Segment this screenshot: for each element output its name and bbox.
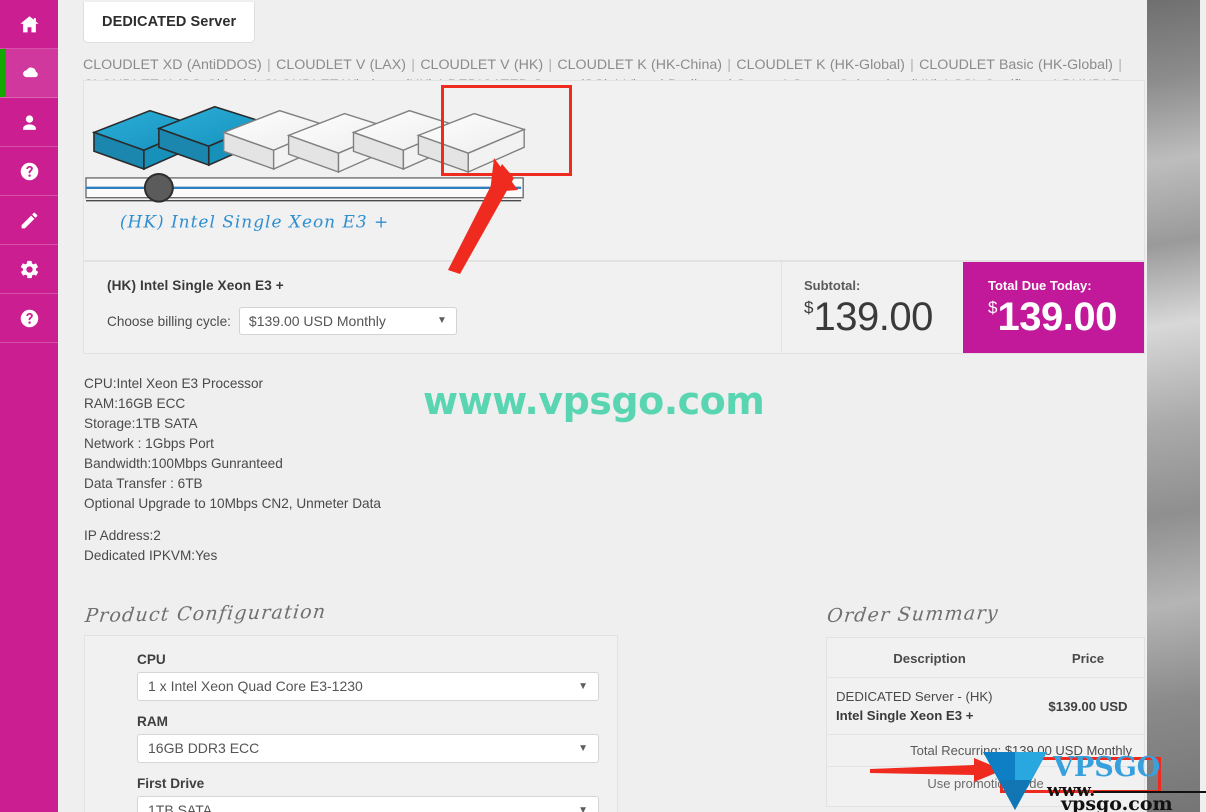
- config-field-select[interactable]: 1TB SATA ▼: [137, 796, 599, 812]
- total-due-cell: Total Due Today: $139.00: [963, 262, 1144, 353]
- order-item-line1: DEDICATED Server - (HK): [836, 689, 993, 704]
- config-field-value: 16GB DDR3 ECC: [148, 740, 260, 756]
- watermark-text: www.vpsgo.com: [423, 379, 765, 423]
- slider-handwritten-label: (HK) Intel Single Xeon E3 +: [120, 211, 389, 231]
- product-configuration-heading: Product Configuration: [84, 600, 328, 627]
- gear-icon: [19, 259, 40, 280]
- product-title: (HK) Intel Single Xeon E3 +: [107, 278, 284, 293]
- tab-link[interactable]: CLOUDLET K (HK-Global): [736, 57, 904, 73]
- tab-link[interactable]: CLOUDLET K (HK-China): [557, 57, 722, 73]
- tab-link[interactable]: CLOUDLET XD (AntiDDOS): [83, 57, 262, 73]
- config-field-value: 1 x Intel Xeon Quad Core E3-1230: [148, 678, 363, 694]
- main-content: DEDICATED Server CLOUDLET XD (AntiDDOS) …: [58, 0, 1147, 812]
- spec-line: Dedicated IPKVM:Yes: [84, 548, 218, 563]
- billing-cycle-label: Choose billing cycle:: [107, 313, 231, 329]
- spec-line: Network : 1Gbps Port: [84, 436, 214, 451]
- spec-line: Data Transfer : 6TB: [84, 476, 203, 491]
- order-summary-heading: Order Summary: [826, 602, 1000, 627]
- tab-separator: |: [262, 57, 276, 73]
- configuration-fields: CPU 1 x Intel Xeon Quad Core E3-1230 ▼ RAM 1…: [85, 636, 617, 812]
- sidebar-item-account[interactable]: [0, 98, 58, 147]
- column-header-description: Description: [893, 651, 966, 666]
- sidebar-item-home[interactable]: [0, 0, 58, 49]
- total-due-label: Total Due Today:: [988, 278, 1092, 293]
- home-icon: [19, 14, 40, 35]
- tab-separator: |: [544, 57, 557, 73]
- total-due-value: 139.00: [997, 295, 1117, 339]
- tab-separator: |: [722, 57, 736, 73]
- subtotal-amount: $139.00: [804, 295, 963, 340]
- order-item-price: $139.00 USD: [1048, 698, 1128, 714]
- slider-handle: [143, 172, 174, 203]
- column-header-price: Price: [1071, 651, 1105, 666]
- config-field-select[interactable]: 16GB DDR3 ECC ▼: [137, 734, 599, 763]
- recurring-label: Total Recurring:: [910, 743, 1002, 758]
- subtotal-label: Subtotal:: [804, 278, 861, 293]
- tab-separator: |: [406, 57, 420, 73]
- subtotal-value: 139.00: [813, 295, 933, 339]
- tab-link[interactable]: CLOUDLET V (LAX): [276, 57, 406, 73]
- pencil-icon: [19, 210, 40, 231]
- chevron-down-icon: ▼: [578, 805, 588, 812]
- recurring-value: $139.00 USD Monthly: [1004, 743, 1132, 758]
- order-recurring-row: Total Recurring: $139.00 USD Monthly: [827, 734, 1144, 766]
- background-right-edge: [1200, 0, 1206, 812]
- total-due-amount: $139.00: [988, 295, 1144, 340]
- tab-separator: |: [1113, 57, 1122, 73]
- sidebar-item-settings[interactable]: [0, 245, 58, 294]
- sidebar-filler: [0, 343, 58, 812]
- chevron-down-icon: ▼: [437, 315, 447, 326]
- billing-cycle-value: $139.00 USD Monthly: [248, 313, 386, 329]
- cloud-icon: [19, 63, 40, 84]
- config-field-label: RAM: [137, 714, 168, 729]
- config-field-label: First Drive: [137, 776, 205, 791]
- spec-line: IP Address:2: [84, 528, 161, 543]
- question-circle-icon: [19, 161, 40, 182]
- tab-link[interactable]: CLOUDLET Basic (HK-Global): [919, 57, 1113, 73]
- sidebar-item-help[interactable]: [0, 147, 58, 196]
- config-field-value: 1TB SATA: [148, 802, 213, 812]
- product-configuration-box: CPU 1 x Intel Xeon Quad Core E3-1230 ▼ RAM 1…: [84, 635, 618, 812]
- page-root: DEDICATED Server CLOUDLET XD (AntiDDOS) …: [0, 0, 1206, 812]
- sidebar-item-support[interactable]: [0, 294, 58, 343]
- background-gradient-strip: [1147, 0, 1206, 812]
- user-icon: [19, 112, 40, 133]
- spec-extra-list: IP Address:2 Dedicated IPKVM:Yes: [84, 526, 604, 566]
- chevron-down-icon: ▼: [578, 681, 588, 692]
- tab-dedicated-server[interactable]: DEDICATED Server: [83, 2, 256, 43]
- order-item-line2: Intel Single Xeon E3 +: [836, 708, 974, 723]
- order-summary-header-row: Description Price: [827, 638, 1144, 677]
- billing-cycle-row: Choose billing cycle: $139.00 USD Monthl…: [107, 307, 781, 335]
- order-summary-box: Description Price DEDICATED Server - (HK…: [826, 637, 1145, 807]
- config-field-label: CPU: [137, 652, 166, 667]
- chevron-down-icon: ▼: [578, 743, 588, 754]
- table-row: DEDICATED Server - (HK) Intel Single Xeo…: [827, 677, 1144, 734]
- spec-line: Optional Upgrade to 10Mbps CN2, Unmeter …: [84, 496, 381, 511]
- promo-code-link[interactable]: Use promotion code: [827, 766, 1144, 791]
- question-circle-icon: [19, 308, 40, 329]
- product-price-bar: (HK) Intel Single Xeon E3 + Choose billi…: [83, 261, 1145, 354]
- billing-cycle-select[interactable]: $139.00 USD Monthly ▼: [238, 307, 457, 335]
- spec-line: Bandwidth:100Mbps Gunranteed: [84, 456, 283, 471]
- server-slider-panel: (HK) Intel Single Xeon E3 +: [83, 80, 1145, 261]
- tab-link[interactable]: CLOUDLET V (HK): [420, 57, 543, 73]
- order-item-description: DEDICATED Server - (HK) Intel Single Xeo…: [836, 687, 1032, 725]
- spec-gap: [84, 514, 604, 526]
- subtotal-cell: Subtotal: $139.00: [781, 262, 963, 353]
- server-slider-illustration[interactable]: (HK) Intel Single Xeon E3 +: [84, 81, 1144, 260]
- config-field-select[interactable]: 1 x Intel Xeon Quad Core E3-1230 ▼: [137, 672, 599, 701]
- sidebar-item-cloud[interactable]: [0, 49, 58, 98]
- tab-separator: |: [905, 57, 919, 73]
- product-billing-area: (HK) Intel Single Xeon E3 + Choose billi…: [84, 262, 781, 353]
- left-sidebar: [0, 0, 58, 812]
- sidebar-item-edit[interactable]: [0, 196, 58, 245]
